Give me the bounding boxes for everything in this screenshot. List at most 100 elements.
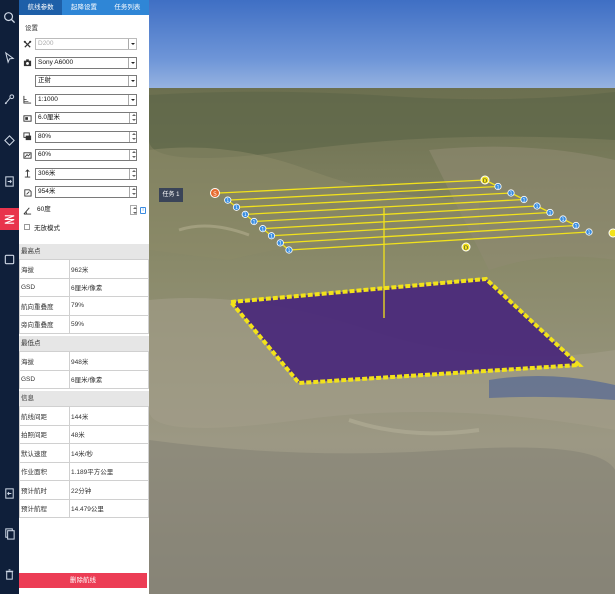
row-key: 旁向重叠度 <box>19 314 70 334</box>
takeoff-height-input[interactable]: 954米 <box>35 186 137 199</box>
camera-row: Sony A6000 <box>19 54 149 73</box>
map-canvas: 11111111111111111 S D D <box>149 0 615 594</box>
table-row: 旁向重叠度 59% <box>19 314 149 334</box>
row-key: 拍照间距 <box>19 424 70 444</box>
stepper-icon[interactable] <box>129 168 136 179</box>
chevron-down-icon <box>128 39 136 50</box>
row-value: 948米 <box>69 351 149 371</box>
start-marker-label: S <box>213 192 217 198</box>
select-cursor-icon[interactable] <box>0 46 19 68</box>
angle-input[interactable]: 60度 <box>35 204 137 217</box>
side-overlap-input[interactable]: 60% <box>35 149 137 162</box>
table-row: 拍照间距 48米 <box>19 424 149 444</box>
takeoff-height-row: 954米 <box>19 183 149 202</box>
gsd-row: 6.0厘米 <box>19 109 149 128</box>
scale-value: 1:1000 <box>38 95 58 103</box>
camera-value: Sony A6000 <box>38 58 74 66</box>
delete-route-button[interactable]: 删除航线 <box>19 573 147 588</box>
waypoint-label: 1 <box>549 210 552 216</box>
drone-icon <box>19 40 35 49</box>
waypoint-label: 1 <box>536 204 539 210</box>
tab-route-params[interactable]: 航线参数 <box>19 0 63 15</box>
gsd-value: 6.0厘米 <box>38 114 61 122</box>
free-mode-label: 无放模式 <box>34 225 60 232</box>
stepper-icon[interactable] <box>129 131 136 142</box>
waypoint-label: 1 <box>588 230 591 236</box>
lowest-point-table: 海拔 948米 GSD 6厘米/像素 <box>19 351 149 389</box>
free-mode-row: 无放模式 <box>19 220 149 234</box>
angle-row: 60度 i <box>19 202 149 221</box>
table-row: 默认速度 14米/秒 <box>19 443 149 463</box>
copy-icon[interactable] <box>0 522 19 544</box>
takeoff-height-icon <box>19 188 35 197</box>
chevron-down-icon <box>128 57 136 68</box>
drone-select[interactable]: D200 <box>35 38 137 51</box>
tab-task-list[interactable]: 任务列表 <box>106 0 149 15</box>
table-row: GSD 6厘米/像素 <box>19 277 149 297</box>
stepper-icon[interactable] <box>129 113 136 124</box>
row-value: 48米 <box>69 424 149 444</box>
waypoint-label: 1 <box>575 223 578 229</box>
row-value: 1.189平方公里 <box>69 461 149 481</box>
forward-overlap-input[interactable]: 80% <box>35 130 137 143</box>
end-marker-label: D <box>464 246 468 252</box>
waypoint-label: 1 <box>253 219 256 225</box>
route-icon[interactable] <box>0 208 19 230</box>
polygon-icon[interactable] <box>0 129 19 151</box>
info-icon[interactable]: i <box>140 207 146 215</box>
search-icon[interactable] <box>0 6 19 28</box>
scale-row: 1:1000 <box>19 91 149 110</box>
end-marker-label: D <box>483 179 487 185</box>
table-row: 航线间距 144米 <box>19 406 149 426</box>
forward-overlap-row: 80% <box>19 128 149 147</box>
row-key: 海拔 <box>19 259 70 279</box>
tab-takeoff-landing[interactable]: 起降设置 <box>62 0 105 15</box>
row-key: GSD <box>19 369 70 389</box>
map-3d-view[interactable]: 11111111111111111 S D D 任务 1 <box>149 0 615 594</box>
angle-value: 60度 <box>37 205 51 213</box>
angle-icon <box>19 206 35 215</box>
chevron-down-icon <box>128 94 136 105</box>
row-key: 海拔 <box>19 351 70 371</box>
row-key: 预计航程 <box>19 498 70 518</box>
row-value: 22分钟 <box>69 480 149 500</box>
layer-icon[interactable] <box>0 248 19 270</box>
row-value: 14米/秒 <box>69 443 149 463</box>
camera-icon <box>19 58 35 67</box>
point-icon[interactable] <box>0 88 19 110</box>
stepper-icon[interactable] <box>129 150 136 161</box>
table-row: 海拔 962米 <box>19 259 149 279</box>
altitude-input[interactable]: 306米 <box>35 167 137 180</box>
table-row: 预计航程 14.479公里 <box>19 498 149 518</box>
table-row: 预计航时 22分钟 <box>19 480 149 500</box>
settings-title: 设置 <box>25 25 38 32</box>
row-value: 962米 <box>69 259 149 279</box>
shoot-mode-select[interactable]: 正射 <box>35 75 137 88</box>
chevron-down-icon <box>128 76 136 87</box>
table-row: 作业面积 1.189平方公里 <box>19 461 149 481</box>
trash-icon[interactable] <box>0 563 19 585</box>
task-label[interactable]: 任务 1 <box>159 188 183 202</box>
free-mode-checkbox[interactable] <box>24 224 30 230</box>
scale-select[interactable]: 1:1000 <box>35 93 137 106</box>
import-icon[interactable] <box>0 170 19 192</box>
export-icon[interactable] <box>0 482 19 504</box>
end-marker[interactable] <box>608 228 615 238</box>
row-value: 6厘米/像素 <box>69 369 149 389</box>
waypoint-label: 1 <box>279 241 282 247</box>
waypoint-label: 1 <box>244 212 247 218</box>
waypoint-label: 1 <box>226 198 229 204</box>
row-value: 14.479公里 <box>69 498 149 518</box>
stepper-icon[interactable] <box>129 187 136 198</box>
stepper-icon[interactable] <box>130 204 137 215</box>
info-table: 航线间距 144米 拍照间距 48米 默认速度 14米/秒 作业面积 1.189平方公里 预计航… <box>19 406 149 518</box>
altitude-icon <box>19 169 35 178</box>
gsd-input[interactable]: 6.0厘米 <box>35 112 137 125</box>
waypoint-label: 1 <box>562 217 565 223</box>
camera-select[interactable]: Sony A6000 <box>35 56 137 69</box>
drone-value: D200 <box>38 40 54 48</box>
shoot-mode-value: 正射 <box>38 77 51 85</box>
row-key: 预计航时 <box>19 480 70 500</box>
row-value: 6厘米/像素 <box>69 277 149 297</box>
side-overlap-icon <box>19 151 35 160</box>
